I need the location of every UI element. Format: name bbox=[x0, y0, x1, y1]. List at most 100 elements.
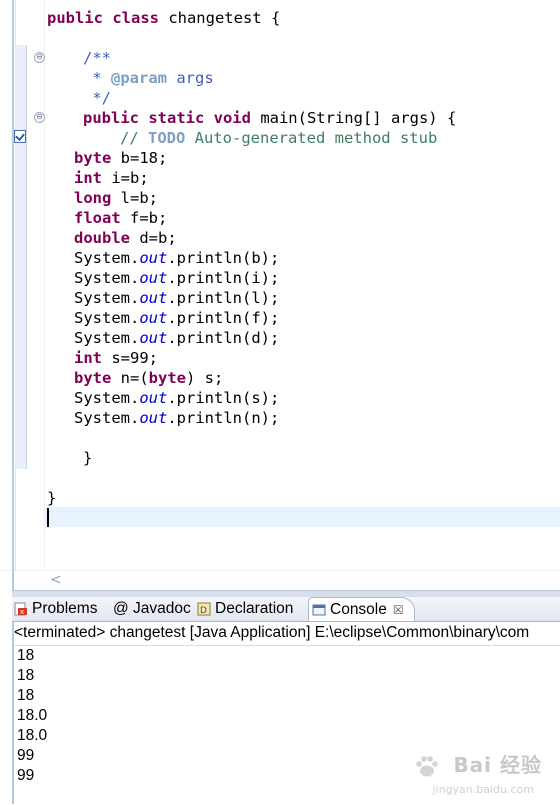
code-keyword: double bbox=[74, 229, 130, 247]
tab-label: Console bbox=[330, 600, 387, 618]
text-caret bbox=[47, 508, 49, 527]
code-token: } bbox=[83, 449, 93, 467]
task-marker-icon[interactable] bbox=[14, 130, 26, 143]
console-line: 18.0 bbox=[17, 727, 48, 744]
code-field: out bbox=[139, 309, 168, 327]
code-keyword: int bbox=[74, 169, 102, 187]
code-field: out bbox=[139, 289, 168, 307]
svg-text:x: x bbox=[20, 608, 24, 616]
code-token: d=b; bbox=[130, 229, 177, 247]
code-line[interactable]: int i=b; bbox=[74, 168, 149, 188]
console-line: 18 bbox=[17, 667, 35, 684]
code-line[interactable]: } bbox=[47, 488, 56, 508]
code-editor[interactable]: ⊖ ⊖ public class changetest { /** * @para… bbox=[0, 0, 560, 592]
code-token: changetest { bbox=[158, 9, 281, 27]
declaration-icon: D bbox=[197, 602, 211, 616]
change-marker-band bbox=[15, 45, 27, 469]
horizontal-scrollbar[interactable]: < bbox=[0, 570, 560, 591]
code-comment: Auto-generated method stub bbox=[185, 129, 438, 147]
code-line[interactable]: System.out.println(n); bbox=[74, 408, 279, 428]
code-comment: */ bbox=[83, 89, 111, 107]
code-line[interactable]: // TODO Auto-generated method stub bbox=[120, 128, 437, 148]
code-field: out bbox=[139, 329, 168, 347]
code-line[interactable]: System.out.println(f); bbox=[74, 308, 279, 328]
code-line[interactable]: byte n=(byte) s; bbox=[74, 368, 223, 388]
code-line[interactable]: */ bbox=[83, 88, 111, 108]
code-line[interactable]: System.out.println(d); bbox=[74, 328, 279, 348]
code-line[interactable]: * @param args bbox=[83, 68, 214, 88]
console-line: 18 bbox=[17, 687, 35, 704]
fold-collapse-icon[interactable]: ⊖ bbox=[34, 52, 45, 63]
code-keyword: public class bbox=[47, 9, 159, 27]
code-keyword: byte bbox=[74, 149, 112, 167]
code-token: System. bbox=[74, 289, 140, 307]
code-line[interactable]: System.out.println(i); bbox=[74, 268, 279, 288]
code-token: i=b; bbox=[102, 169, 149, 187]
code-field: out bbox=[139, 269, 168, 287]
code-token: main(String[] args) { bbox=[250, 109, 457, 127]
code-token: System. bbox=[74, 329, 140, 347]
code-line[interactable]: int s=99; bbox=[74, 348, 158, 368]
tab-declaration[interactable]: D Declaration bbox=[197, 597, 293, 620]
code-line[interactable]: double d=b; bbox=[74, 228, 177, 248]
tab-javadoc[interactable]: @ Javadoc bbox=[113, 597, 191, 620]
code-line[interactable]: System.out.println(l); bbox=[74, 288, 279, 308]
code-line[interactable]: } bbox=[83, 448, 92, 468]
code-comment: * bbox=[83, 69, 111, 87]
code-token: ) s; bbox=[185, 369, 224, 387]
watermark-url: jingyan.baidu.com bbox=[432, 783, 534, 796]
code-token: System. bbox=[74, 249, 140, 267]
console-line: 18.0 bbox=[17, 707, 48, 724]
code-token: s=99; bbox=[102, 349, 158, 367]
code-keyword: float bbox=[74, 209, 121, 227]
watermark-paw-icon bbox=[414, 754, 440, 778]
tab-label: Problems bbox=[32, 599, 98, 617]
gutter-divider bbox=[44, 0, 45, 570]
console-line: 18 bbox=[17, 647, 35, 664]
code-token: .println(s); bbox=[167, 389, 280, 407]
close-tab-icon[interactable]: ☒ bbox=[393, 603, 404, 617]
code-comment: args bbox=[167, 69, 214, 87]
code-field: out bbox=[139, 389, 168, 407]
console-icon bbox=[312, 603, 326, 617]
code-token: System. bbox=[74, 269, 140, 287]
code-line[interactable]: byte b=18; bbox=[74, 148, 167, 168]
code-token: f=b; bbox=[120, 209, 168, 227]
code-token: n=( bbox=[111, 369, 149, 387]
code-token: .println(f); bbox=[167, 309, 280, 327]
code-line[interactable]: System.out.println(s); bbox=[74, 388, 279, 408]
code-token: System. bbox=[74, 409, 140, 427]
current-line-highlight bbox=[45, 507, 560, 527]
code-token: .println(n); bbox=[167, 409, 280, 427]
code-field: out bbox=[139, 409, 168, 427]
code-token: .println(d); bbox=[167, 329, 280, 347]
tab-problems[interactable]: x Problems bbox=[14, 597, 97, 620]
code-keyword: byte bbox=[74, 369, 112, 387]
scroll-left-arrow-icon[interactable]: < bbox=[50, 572, 62, 588]
code-token: } bbox=[47, 489, 57, 507]
code-token: System. bbox=[74, 309, 140, 327]
pane-splitter[interactable] bbox=[12, 590, 560, 597]
code-keyword: long bbox=[74, 189, 112, 207]
code-keyword: int bbox=[74, 349, 102, 367]
fold-collapse-icon[interactable]: ⊖ bbox=[34, 112, 45, 123]
code-line[interactable]: /** bbox=[83, 48, 111, 68]
code-line[interactable]: public static void main(String[] args) { bbox=[83, 108, 456, 128]
code-comment: /** bbox=[83, 49, 111, 67]
code-keyword: public static void bbox=[83, 109, 251, 127]
svg-text:D: D bbox=[200, 606, 207, 616]
code-token: l=b; bbox=[111, 189, 158, 207]
code-token: .println(b); bbox=[167, 249, 280, 267]
problems-icon: x bbox=[14, 602, 28, 616]
code-token: .println(i); bbox=[167, 269, 280, 287]
code-line[interactable]: public class changetest { bbox=[47, 8, 280, 28]
console-output[interactable]: 18 18 18 18.0 18.0 99 99 bbox=[14, 645, 560, 805]
code-token: .println(l); bbox=[167, 289, 280, 307]
code-line[interactable]: System.out.println(b); bbox=[74, 248, 279, 268]
left-ruler bbox=[0, 0, 12, 592]
tab-console[interactable]: Console ☒ bbox=[308, 597, 415, 621]
code-line[interactable]: float f=b; bbox=[74, 208, 167, 228]
code-comment: @param bbox=[111, 69, 167, 87]
code-line[interactable]: long l=b; bbox=[74, 188, 158, 208]
code-token: System. bbox=[74, 389, 140, 407]
